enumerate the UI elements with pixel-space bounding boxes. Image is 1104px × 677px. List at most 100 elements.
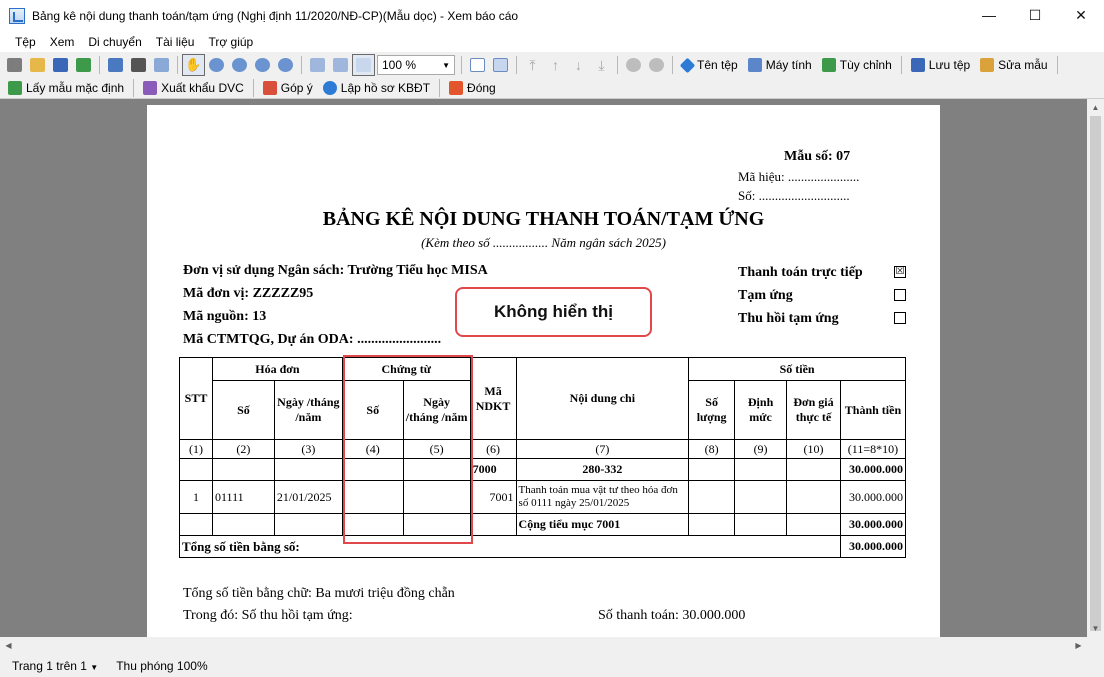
option-recover-label: Thu hồi tạm ứng	[738, 311, 839, 326]
pencil-icon	[980, 58, 995, 72]
actual-size-button[interactable]	[352, 54, 375, 76]
fit-page-button[interactable]	[306, 54, 329, 76]
payment-table: STT Hóa đơn Chứng từ Mã NDKT Nội dung ch…	[179, 357, 907, 558]
last-page-button[interactable]: ⤓	[590, 54, 613, 76]
report-viewport[interactable]: Mẫu số: 07 Mã hiệu: ....................…	[0, 99, 1087, 637]
zoom-in-icon	[232, 58, 247, 72]
export-icon	[76, 58, 91, 72]
forward-button[interactable]	[645, 54, 668, 76]
first-page-button[interactable]: ⤒	[521, 54, 544, 76]
megaphone-icon	[262, 80, 277, 95]
edit-template-button[interactable]: Sửa mẫu	[975, 54, 1052, 76]
zoom-out-button[interactable]	[251, 54, 274, 76]
source-code: Mã nguồn: 13	[183, 309, 267, 324]
scroll-up-icon[interactable]: ▲	[1087, 99, 1104, 116]
row-content: Thanh toán mua vật tư theo hóa đơn số 01…	[515, 480, 690, 514]
default-template-label: Lấy mẫu mặc định	[26, 80, 125, 95]
kbdt-button[interactable]: Lập hồ sơ KBĐT	[318, 77, 435, 99]
index-cell: (10)	[786, 439, 841, 459]
table-row: Cộng tiểu mục 7001 30.000.000	[179, 513, 907, 536]
feedback-button[interactable]: Góp ý	[258, 77, 318, 99]
index-cell: (1)	[179, 439, 213, 459]
multi-page-button[interactable]	[489, 54, 512, 76]
save-file-label: Lưu tệp	[928, 58, 971, 72]
horizontal-scrollbar[interactable]: ◀ ▶	[0, 637, 1104, 654]
maximize-button[interactable]: ☐	[1012, 0, 1058, 30]
printer-icon	[7, 58, 22, 72]
grand-total-label: Tổng số tiền bằng số:	[179, 535, 841, 558]
subtotal-label: Cộng tiểu mục 7001	[515, 513, 690, 536]
secondary-toolbar: Lấy mẫu mặc định Xuất khẩu DVC Góp ý Lập…	[0, 77, 1104, 99]
zoom-select[interactable]: 100 % ▼	[377, 55, 455, 75]
export-dvc-label: Xuất khẩu DVC	[161, 80, 244, 95]
save-button[interactable]	[49, 54, 72, 76]
next-page-button[interactable]: ↓	[567, 54, 590, 76]
customize-button[interactable]: Tùy chỉnh	[817, 54, 897, 76]
file-name-button[interactable]: Tên tệp	[677, 54, 743, 76]
project-code: Mã CTMTQG, Dự án ODA: ..................…	[183, 332, 442, 347]
vertical-scrollbar[interactable]: ▲ ▼	[1087, 99, 1104, 637]
menu-file[interactable]: Tệp	[8, 35, 43, 49]
option-direct-payment-checkbox[interactable]: ☒	[894, 266, 906, 278]
row-total: 30.000.000	[839, 480, 907, 514]
report-viewer-window: Bảng kê nội dung thanh toán/tạm ứng (Ngh…	[0, 0, 1104, 677]
close-report-label: Đóng	[467, 80, 496, 95]
forward-icon	[649, 58, 664, 72]
edit-template-label: Sửa mẫu	[998, 58, 1048, 72]
folder-icon	[30, 58, 45, 72]
magnifier-button[interactable]	[205, 54, 228, 76]
page-indicator[interactable]: Trang 1 trên 1 ▼	[12, 659, 98, 673]
index-cell: (6)	[469, 439, 517, 459]
page-indicator-label: Trang 1 trên 1	[12, 658, 87, 673]
page-setup-button[interactable]	[150, 54, 173, 76]
default-template-button[interactable]: Lấy mẫu mặc định	[3, 77, 129, 99]
close-window-button[interactable]: ✕	[1058, 0, 1104, 30]
menu-help[interactable]: Trợ giúp	[201, 35, 260, 49]
header-invoice-no: Số	[211, 380, 275, 440]
table-row: Tổng số tiền bằng số: 30.000.000	[179, 535, 907, 558]
header-invoice: Hóa đơn	[211, 357, 343, 381]
index-cell: (11=8*10)	[839, 439, 907, 459]
export-dvc-button[interactable]: Xuất khẩu DVC	[138, 77, 249, 99]
form-number: Mẫu số: 07	[784, 149, 851, 164]
prev-page-button[interactable]: ↑	[544, 54, 567, 76]
print-button[interactable]	[3, 54, 26, 76]
calculator-button[interactable]: Máy tính	[743, 54, 817, 76]
unit-code: Mã đơn vị: ZZZZZ95	[183, 286, 314, 301]
export-button[interactable]	[72, 54, 95, 76]
zoom-page-button[interactable]	[274, 54, 297, 76]
vertical-scroll-thumb[interactable]	[1090, 116, 1101, 631]
option-advance-label: Tạm ứng	[738, 288, 793, 303]
index-cell: (9)	[734, 439, 788, 459]
row-stt: 1	[179, 480, 213, 514]
minimize-button[interactable]: —	[966, 0, 1012, 30]
row-invoice-date: 21/01/2025	[273, 480, 343, 514]
scroll-left-icon[interactable]: ◀	[0, 637, 17, 654]
page-icon	[154, 58, 169, 72]
scroll-down-icon[interactable]: ▼	[1087, 620, 1104, 637]
open-button[interactable]	[26, 54, 49, 76]
scroll-right-icon[interactable]: ▶	[1070, 637, 1087, 654]
zoom-in-button[interactable]	[228, 54, 251, 76]
hand-tool-button[interactable]: ✋	[182, 54, 205, 76]
back-button[interactable]	[622, 54, 645, 76]
row-ndkt: 7001	[469, 480, 517, 514]
find-button[interactable]	[127, 54, 150, 76]
menu-view[interactable]: Xem	[43, 35, 82, 49]
single-page-button[interactable]	[466, 54, 489, 76]
fit-width-button[interactable]	[329, 54, 352, 76]
save-file-button[interactable]: Lưu tệp	[906, 54, 975, 76]
undo-arrow-icon	[8, 80, 22, 95]
table-row: 7000 280-332 30.000.000	[179, 458, 907, 481]
index-cell: (8)	[688, 439, 736, 459]
option-recover-checkbox[interactable]	[894, 312, 906, 324]
layout-button[interactable]	[104, 54, 127, 76]
fit-width-icon	[333, 58, 348, 72]
zoom-out-icon	[255, 58, 270, 72]
option-advance-checkbox[interactable]	[894, 289, 906, 301]
chevron-down-icon: ▼	[90, 662, 99, 672]
menu-navigate[interactable]: Di chuyển	[81, 35, 148, 49]
menu-document[interactable]: Tài liệu	[149, 35, 202, 49]
close-report-button[interactable]: Đóng	[444, 77, 501, 99]
header-stt: STT	[179, 357, 213, 440]
